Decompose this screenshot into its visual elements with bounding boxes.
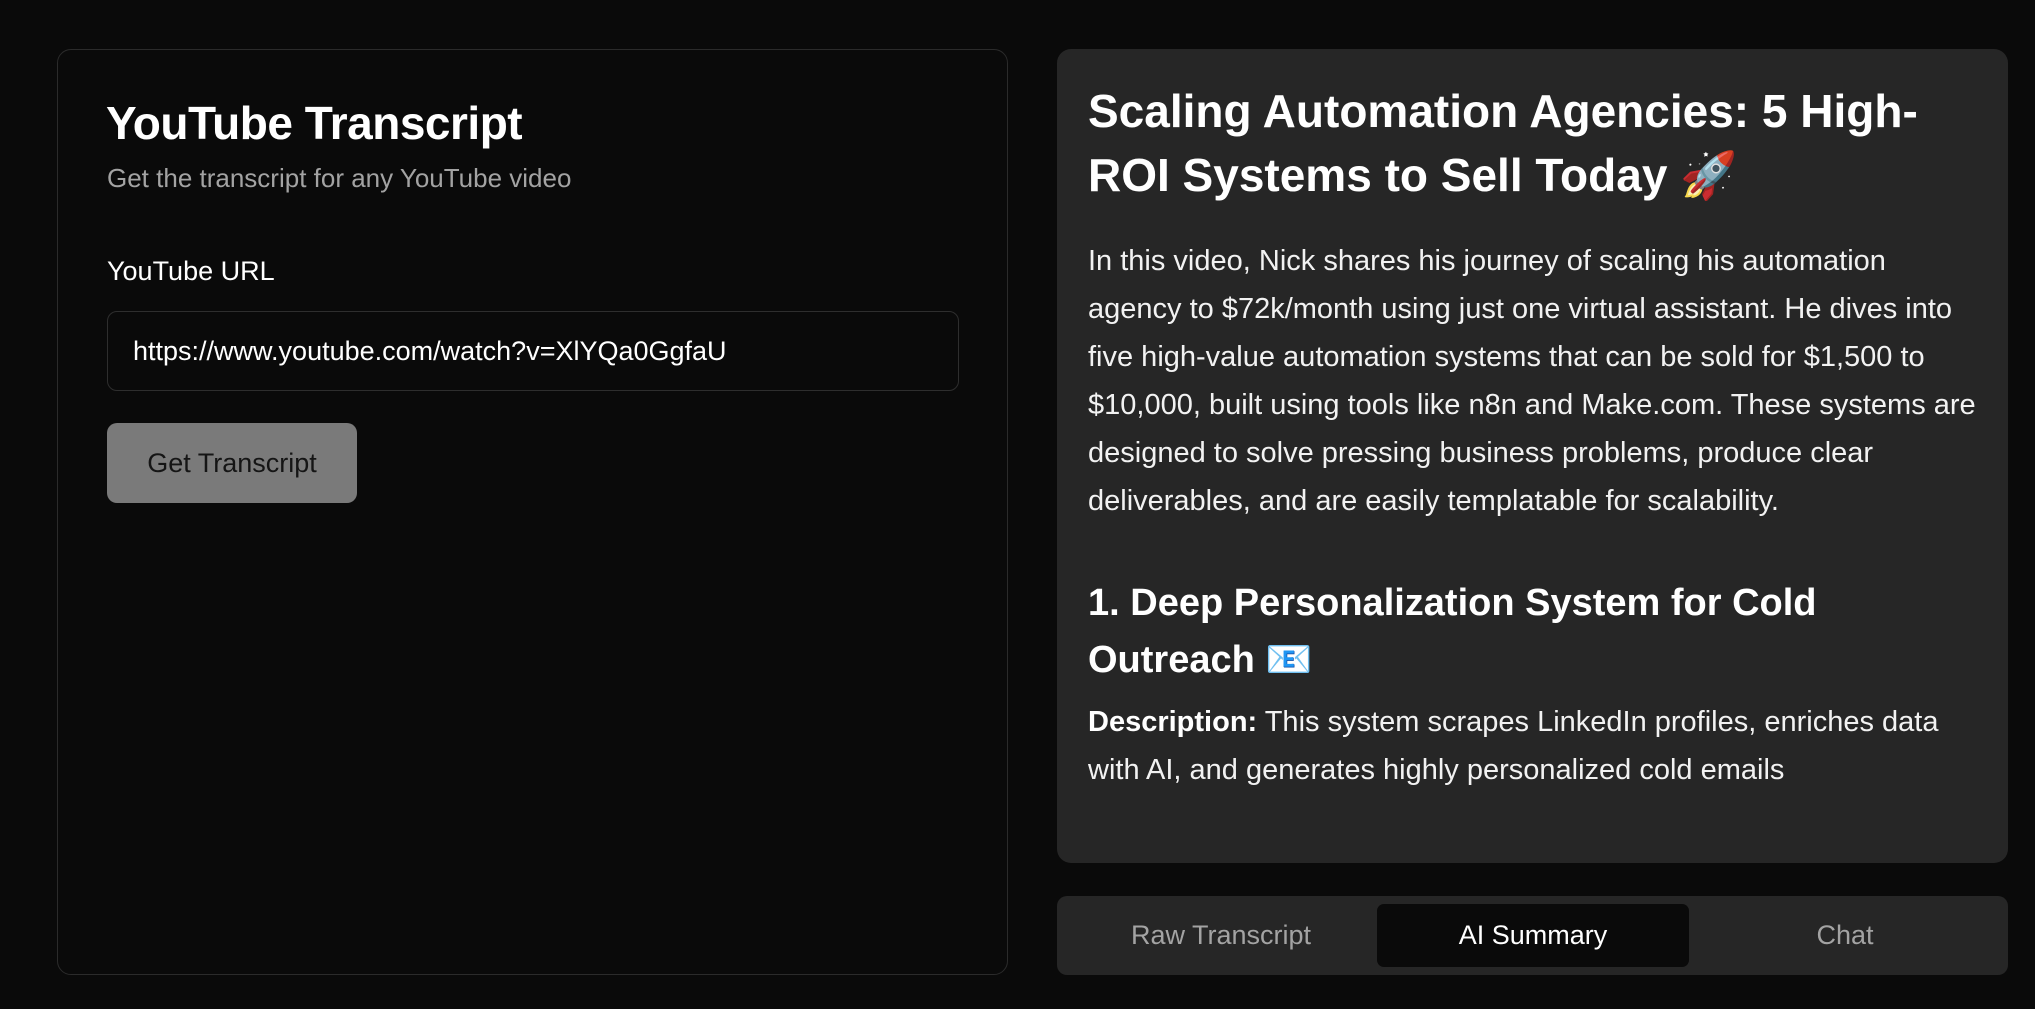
tab-ai-summary[interactable]: AI Summary (1377, 904, 1689, 967)
summary-title: Scaling Automation Agencies: 5 High-ROI … (1088, 79, 1978, 207)
summary-content: Scaling Automation Agencies: 5 High-ROI … (1088, 79, 1978, 794)
page-subtitle: Get the transcript for any YouTube video (107, 163, 572, 193)
ai-summary-panel[interactable]: Scaling Automation Agencies: 5 High-ROI … (1057, 49, 2008, 863)
section-description: Description: This system scrapes LinkedI… (1088, 698, 1978, 794)
youtube-url-input[interactable] (107, 311, 959, 391)
view-tabs: Raw Transcript AI Summary Chat (1057, 896, 2008, 975)
url-label: YouTube URL (107, 256, 275, 286)
tab-raw-transcript[interactable]: Raw Transcript (1065, 904, 1377, 967)
summary-intro: In this video, Nick shares his journey o… (1088, 245, 1976, 517)
tab-chat[interactable]: Chat (1689, 904, 2001, 967)
description-label: Description: (1088, 706, 1258, 738)
section-heading: 1. Deep Personalization System for Cold … (1088, 575, 1978, 688)
transcript-form-card: YouTube Transcript Get the transcript fo… (57, 49, 1008, 975)
summary-title-text: Scaling Automation Agencies: 5 High-ROI … (1088, 85, 1918, 201)
rocket-icon: 🚀 (1680, 148, 1738, 202)
get-transcript-button[interactable]: Get Transcript (107, 423, 357, 503)
page-title: YouTube Transcript (106, 97, 523, 149)
email-icon: 📧 (1265, 637, 1313, 681)
section-heading-text: 1. Deep Personalization System for Cold … (1088, 582, 1817, 681)
